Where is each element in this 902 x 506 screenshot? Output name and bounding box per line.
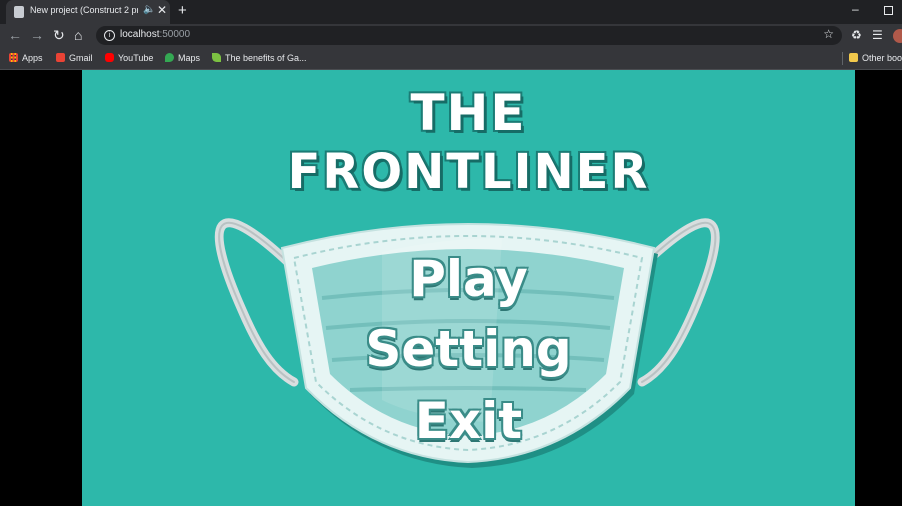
bookmark-label: Maps: [178, 53, 201, 63]
minimize-icon[interactable]: –: [852, 2, 859, 16]
browser-tab[interactable]: New project (Construct 2 preview) 🔈 ✕: [6, 0, 170, 24]
url-port: :50000: [159, 29, 191, 40]
forward-icon[interactable]: →: [30, 27, 44, 43]
youtube-icon: [105, 53, 114, 62]
bookmark-label: Other boo: [862, 53, 902, 63]
tab-strip: New project (Construct 2 preview) 🔈 ✕ + …: [0, 0, 902, 24]
browser-toolbar: ← → ↻ ⌂ i localhost:50000 ☆ ♻ ☰: [0, 24, 902, 47]
avatar[interactable]: [893, 29, 902, 43]
bookmark-youtube[interactable]: YouTube: [105, 51, 153, 65]
close-icon[interactable]: ✕: [157, 3, 167, 17]
url-text[interactable]: localhost:50000: [120, 29, 190, 40]
tab-title: New project (Construct 2 preview): [30, 5, 138, 15]
restore-icon[interactable]: [884, 6, 893, 15]
bookmark-label: The benefits of Ga...: [225, 53, 307, 63]
gmail-icon: [56, 53, 65, 62]
bookmark-benefits[interactable]: The benefits of Ga...: [212, 51, 307, 65]
leaf-icon: [212, 53, 221, 62]
reload-icon[interactable]: ↻: [53, 27, 65, 44]
info-icon[interactable]: i: [104, 30, 115, 41]
bookmark-label: YouTube: [118, 53, 154, 63]
url-host: localhost: [120, 29, 160, 40]
bookmarks-bar: Apps Gmail YouTube Maps The benefits of …: [0, 47, 902, 70]
bookmark-other[interactable]: Other boo: [849, 51, 902, 65]
exit-button[interactable]: Exit: [82, 392, 855, 450]
media-control-icon[interactable]: ☰: [872, 28, 883, 42]
back-icon[interactable]: ←: [8, 27, 22, 43]
game-title-line1: THE: [410, 84, 527, 142]
home-icon[interactable]: ⌂: [74, 27, 82, 43]
address-bar[interactable]: i localhost:50000 ☆: [96, 26, 842, 45]
bookmarks-divider: [842, 52, 843, 65]
bookmark-label: Gmail: [69, 53, 93, 63]
folder-icon: [849, 53, 858, 62]
maps-pin-icon: [165, 53, 174, 62]
play-button[interactable]: Play: [82, 250, 855, 308]
apps-grid-icon: [9, 53, 18, 62]
page-viewport: THE FRONTLINER Play Setting Exit: [0, 70, 902, 506]
bookmark-label: Apps: [22, 53, 43, 63]
setting-button[interactable]: Setting: [82, 320, 855, 378]
bookmark-star-icon[interactable]: ☆: [823, 27, 834, 41]
speaker-icon[interactable]: 🔈: [143, 4, 155, 15]
game-canvas[interactable]: THE FRONTLINER Play Setting Exit: [82, 70, 855, 506]
document-icon: [14, 6, 24, 18]
bookmark-maps[interactable]: Maps: [165, 51, 200, 65]
extensions-icon[interactable]: ♻: [851, 28, 862, 42]
bookmark-apps[interactable]: Apps: [9, 51, 43, 65]
bookmark-gmail[interactable]: Gmail: [56, 51, 93, 65]
new-tab-icon[interactable]: +: [178, 2, 187, 19]
game-title-line2: FRONTLINER: [287, 144, 650, 200]
